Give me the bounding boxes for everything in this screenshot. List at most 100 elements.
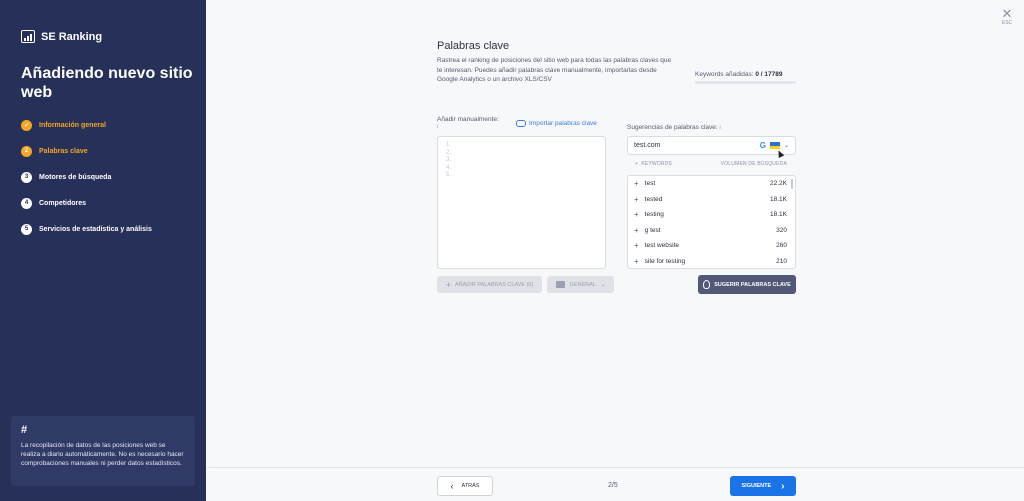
step-label: Motores de búsqueda [39, 173, 112, 181]
step-label: Servicios de estadística y análisis [39, 225, 152, 233]
step-motores-de-busqueda[interactable]: 3 Motores de búsqueda [21, 164, 152, 190]
suggestion-volume: 320 [776, 226, 787, 234]
step-check-icon: ✓ [21, 119, 32, 131]
domain-value: test.com [634, 142, 661, 149]
suggest-label: SUGERIR PALABRAS CLAVE [714, 281, 791, 288]
esc-label: ESC [1001, 20, 1013, 26]
keywords-textarea[interactable]: 1. 2. 3. 4. 5. [437, 136, 606, 269]
step-label: Palabras clave [39, 147, 88, 155]
import-keywords-link[interactable]: Importar palabras clave [516, 120, 597, 127]
suggestion-row[interactable]: + testing 18.1K [628, 207, 795, 223]
steps-list: ✓ Información general 2 Palabras clave 3… [21, 112, 152, 242]
suggestions-label-text: Sugerencias de palabras clave: [627, 124, 718, 131]
keywords-progress-bar [695, 81, 796, 84]
manual-label: Añadir manualmente: i [437, 116, 499, 130]
google-icon: G [759, 141, 766, 150]
note-text: La recopilación de datos de las posicion… [21, 442, 184, 467]
hash-icon: # [21, 424, 28, 436]
step-label: Información general [39, 121, 106, 129]
suggestion-volume: 22.2K [770, 180, 787, 188]
domain-select[interactable]: test.com G ⌄ [627, 136, 796, 155]
plus-icon[interactable]: + [634, 226, 639, 235]
lightbulb-icon [703, 280, 711, 289]
suggestion-keyword: test website [644, 242, 679, 250]
chevron-right-icon: › [781, 480, 785, 492]
footer-divider [206, 467, 1024, 468]
back-button[interactable]: ‹ ATRÁS [437, 476, 493, 496]
logo-text: SE Ranking [41, 30, 103, 43]
suggestion-row[interactable]: + tested 18.1K [628, 192, 795, 208]
folder-icon [555, 281, 565, 288]
plus-icon[interactable]: + [634, 241, 639, 250]
add-keywords-button[interactable]: + AÑADIR PALABRAS CLAVE (0) [437, 276, 542, 293]
step-competidores[interactable]: 4 Competidores [21, 190, 152, 216]
close-button[interactable]: ✕ ESC [999, 6, 1015, 26]
chevron-left-icon: ‹ [450, 481, 454, 491]
sidebar-title: Añadiendo nuevo sitio web [21, 65, 193, 101]
col-keywords: + KEYWORDS [635, 161, 673, 167]
suggestion-keyword: tested [644, 195, 663, 203]
chevron-down-icon: ⌄ [783, 143, 789, 149]
scrollbar[interactable] [791, 179, 793, 189]
add-keywords-label: AÑADIR PALABRAS CLAVE (0) [454, 281, 534, 288]
suggestions-list: + test 22.2K + tested 18.1K + testing 18.1K + g… [627, 175, 796, 269]
next-button[interactable]: SIGUIENTE › [730, 476, 796, 496]
line-number: 5. [446, 172, 452, 179]
plus-icon: + [445, 279, 451, 290]
col-keywords-label: KEYWORDS [641, 161, 673, 167]
step-number: 4 [21, 197, 32, 209]
suggestion-keyword: site for testing [644, 257, 686, 265]
suggestion-volume: 210 [776, 257, 787, 265]
step-number: 3 [21, 171, 32, 183]
logo[interactable]: SE Ranking [21, 30, 102, 43]
suggestion-volume: 18.1K [770, 195, 787, 203]
line-number: 2. [446, 149, 452, 156]
step-servicios-estadistica[interactable]: 5 Servicios de estadística y análisis [21, 216, 152, 242]
info-icon[interactable]: i [437, 124, 438, 130]
keywords-counter: Keywords añadidas: 0 / 17789 [695, 71, 782, 78]
suggestion-row[interactable]: + site for testing 210 [628, 254, 795, 269]
line-number: 1. [446, 142, 452, 148]
manual-label-text: Añadir manualmente: [437, 116, 499, 123]
step-number: 2 [21, 145, 32, 157]
suggestion-row[interactable]: + test 22.2K [628, 176, 795, 192]
plus-icon[interactable]: + [634, 210, 639, 219]
line-number: 3. [446, 157, 452, 164]
suggest-keywords-button[interactable]: SUGERIR PALABRAS CLAVE [698, 275, 796, 294]
page-description: Rastrea el ranking de posiciones del sit… [437, 57, 672, 83]
col-volume[interactable]: VOLUMEN DE BÚSQUEDA [721, 161, 787, 167]
step-label: Competidores [39, 199, 87, 207]
plus-icon[interactable]: + [634, 257, 639, 266]
suggestion-keyword: g test [644, 226, 661, 234]
line-number: 4. [446, 164, 452, 171]
step-number: 5 [21, 223, 32, 235]
suggestion-row[interactable]: + test website 260 [628, 238, 795, 254]
info-note: # La recopilación de datos de las posici… [11, 416, 195, 486]
group-label: GENERAL [569, 281, 596, 288]
close-icon: ✕ [1001, 6, 1013, 21]
step-informacion-general[interactable]: ✓ Información general [21, 112, 152, 138]
import-label: Importar palabras clave [529, 120, 597, 127]
suggestion-keyword: testing [644, 211, 664, 219]
suggestion-volume: 18.1K [770, 211, 787, 219]
page-title: Palabras clave [437, 40, 510, 52]
group-select[interactable]: GENERAL ⌄ [547, 276, 614, 293]
suggestion-volume: 260 [776, 242, 787, 250]
link-icon [516, 120, 526, 127]
logo-chart-icon [21, 30, 35, 43]
counter-value: 0 / 17789 [755, 71, 783, 78]
counter-label: Keywords añadidas: [695, 71, 754, 78]
next-label: SIGUIENTE [741, 483, 772, 489]
sidebar: SE Ranking Añadiendo nuevo sitio web ✓ I… [0, 0, 206, 501]
ukraine-flag-icon [769, 142, 780, 149]
suggestions-label: Sugerencias de palabras clave: i [627, 124, 721, 131]
chevron-down-icon: ⌄ [600, 281, 606, 288]
step-palabras-clave[interactable]: 2 Palabras clave [21, 138, 152, 164]
plus-icon[interactable]: + [634, 179, 639, 188]
plus-icon[interactable]: + [634, 195, 639, 204]
suggestion-row[interactable]: + g test 320 [628, 223, 795, 239]
suggestion-keyword: test [644, 180, 656, 188]
back-label: ATRÁS [461, 483, 480, 489]
step-pager: 2/5 [608, 482, 618, 489]
info-icon[interactable]: i [720, 125, 721, 131]
